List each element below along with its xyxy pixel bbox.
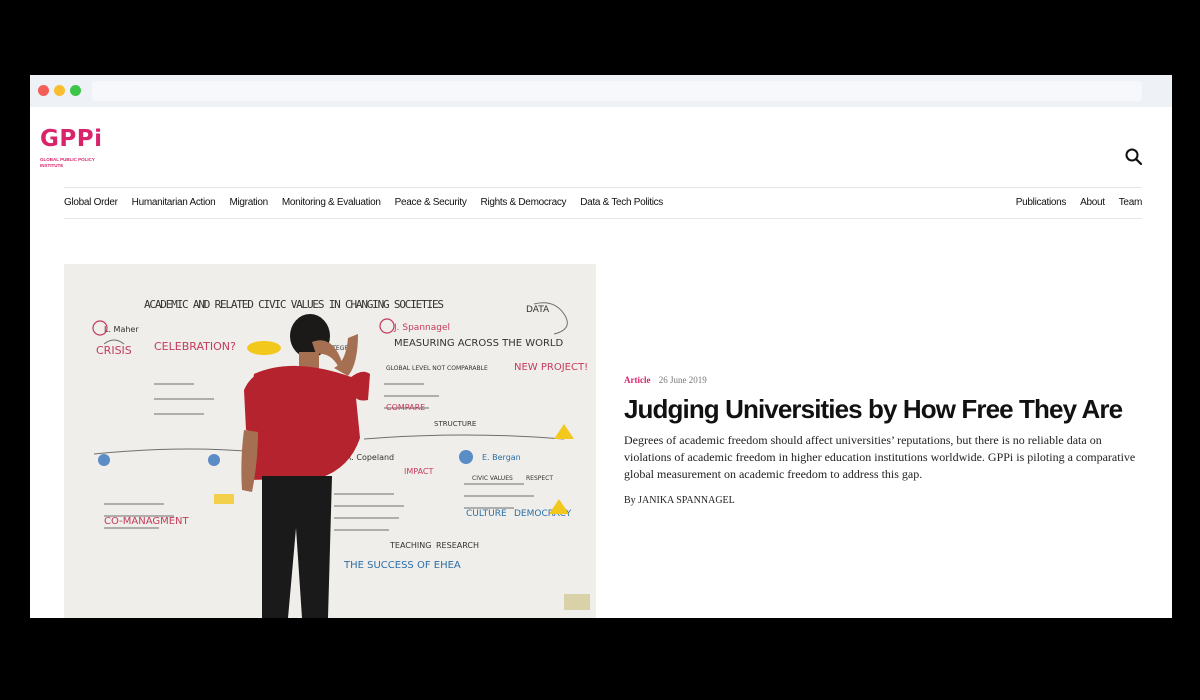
nav-item-publications[interactable]: Publications [1016, 197, 1067, 208]
nav-item-team[interactable]: Team [1119, 197, 1143, 208]
article-byline: By JANIKA SPANNAGEL [624, 495, 735, 506]
address-bar[interactable] [92, 81, 1142, 101]
note-respect: RESPECT [526, 475, 553, 482]
search-icon [1125, 148, 1143, 166]
secondary-nav: Publications About Team [1002, 197, 1143, 208]
note-success-ehea: THE SUCCESS OF EHEA [343, 560, 461, 571]
logo-subtitle: Global Public Policy Institute [40, 157, 95, 168]
note-maher: L. Maher [104, 325, 139, 334]
page-content: GPPi Global Public Policy Institute Glob… [30, 107, 1172, 618]
logo-wordmark: GPPi [40, 126, 103, 152]
nav-item-monitoring-evaluation[interactable]: Monitoring & Evaluation [282, 197, 381, 208]
search-button[interactable] [1124, 147, 1144, 167]
article-teaser: Article 26 June 2019 Judging Universitie… [624, 375, 1154, 506]
hero-image[interactable]: ACADEMIC AND RELATED CIVIC VALUES IN CHA… [64, 264, 596, 618]
note-copeland: R. Copeland [346, 453, 394, 462]
note-crisis: CRISIS [96, 344, 132, 357]
nav-divider-bottom [64, 218, 1142, 219]
note-celebration: CELEBRATION? [154, 340, 236, 353]
note-research: RESEARCH [436, 541, 479, 550]
note-global-level: GLOBAL LEVEL NOT COMPARABLE [386, 365, 488, 372]
nav-item-about[interactable]: About [1080, 197, 1105, 208]
note-teaching: TEACHING [389, 541, 431, 550]
note-measuring: MEASURING ACROSS THE WORLD [394, 338, 564, 349]
nav-item-global-order[interactable]: Global Order [64, 197, 118, 208]
nav-item-peace-security[interactable]: Peace & Security [395, 197, 467, 208]
nav-item-data-tech-politics[interactable]: Data & Tech Politics [580, 197, 663, 208]
note-co-managment: CO-MANAGMENT [104, 516, 190, 527]
main-nav: Global Order Humanitarian Action Migrati… [64, 197, 677, 208]
nav-divider-top [64, 187, 1142, 188]
note-civic-values: CIVIC VALUES [472, 475, 513, 482]
whiteboard-illustration: ACADEMIC AND RELATED CIVIC VALUES IN CHA… [64, 264, 596, 618]
note-impact: IMPACT [404, 467, 433, 476]
note-spannagel: J. Spannagel [393, 323, 450, 333]
wall-title: ACADEMIC AND RELATED CIVIC VALUES IN CHA… [144, 298, 444, 311]
nav-item-migration[interactable]: Migration [229, 197, 268, 208]
note-new-project: NEW PROJECT! [514, 362, 588, 373]
note-structure: STRUCTURE [434, 420, 476, 428]
nav-item-humanitarian-action[interactable]: Humanitarian Action [132, 197, 216, 208]
close-window-button[interactable] [38, 85, 49, 96]
article-date: 26 June 2019 [658, 375, 707, 385]
nav-item-rights-democracy[interactable]: Rights & Democracy [481, 197, 567, 208]
article-meta: Article 26 June 2019 [624, 375, 1154, 385]
browser-toolbar [30, 75, 1172, 107]
article-type[interactable]: Article [624, 375, 650, 385]
note-bergan: E. Bergan [482, 453, 521, 462]
note-culture: CULTURE [466, 509, 507, 519]
note-data: DATA [526, 305, 550, 315]
article-title[interactable]: Judging Universities by How Free They Ar… [624, 394, 1154, 424]
site-logo[interactable]: GPPi Global Public Policy Institute [40, 127, 110, 168]
article-summary: Degrees of academic freedom should affec… [624, 433, 1136, 481]
browser-window: GPPi Global Public Policy Institute Glob… [30, 75, 1172, 618]
maximize-window-button[interactable] [70, 85, 81, 96]
note-compare: COMPARE [386, 403, 425, 412]
minimize-window-button[interactable] [54, 85, 65, 96]
